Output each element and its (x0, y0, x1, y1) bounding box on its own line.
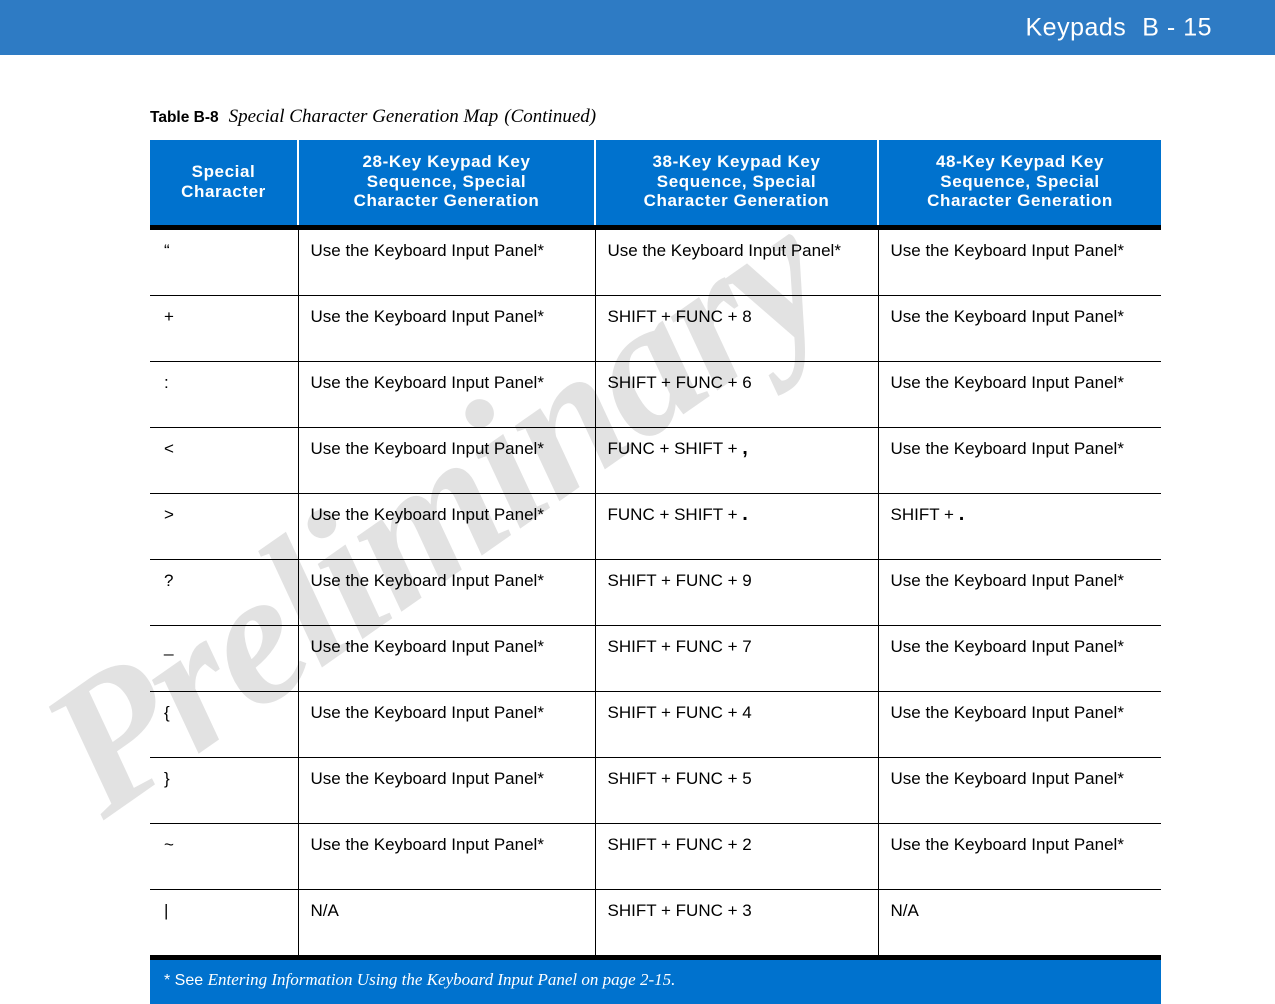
cell-28-key: Use the Keyboard Input Panel* (298, 427, 596, 495)
key-sequence-prefix: FUNC + SHIFT + (607, 439, 743, 459)
key-sequence-punctuation: , (742, 437, 748, 460)
header-line: 28-Key Keypad Key (362, 152, 531, 171)
key-sequence-prefix: FUNC + SHIFT + (607, 505, 743, 525)
header-line: Sequence, Special (366, 171, 527, 191)
cell-28-key: Use the Keyboard Input Panel* (298, 691, 596, 759)
cell-special-character: ~ (150, 823, 299, 891)
cell-48-key: SHIFT + . (878, 493, 1161, 561)
cell-28-key: Use the Keyboard Input Panel* (298, 559, 596, 627)
cell-38-key: SHIFT + FUNC + 9 (595, 559, 879, 627)
table-caption-continued: (Continued) (504, 106, 597, 127)
cell-48-key: Use the Keyboard Input Panel* (878, 361, 1161, 429)
column-header-special-character: Special Character (150, 140, 299, 228)
table-row: _ Use the Keyboard Input Panel* SHIFT + … (150, 625, 1161, 693)
table-footnote: * See Entering Information Using the Key… (150, 960, 1161, 1004)
table-container: Table B-8 Special Character Generation Ma… (150, 106, 1161, 1004)
cell-28-key: Use the Keyboard Input Panel* (298, 823, 596, 891)
table-row: | N/A SHIFT + FUNC + 3 N/A (150, 889, 1161, 961)
table-header: Special Character 28-Key Keypad Key Sequ… (150, 140, 1161, 228)
cell-38-key: SHIFT + FUNC + 4 (595, 691, 879, 759)
header-page-number: B - 15 (1142, 13, 1212, 41)
table-row: ~ Use the Keyboard Input Panel* SHIFT + … (150, 823, 1161, 891)
cell-48-key: Use the Keyboard Input Panel* (878, 559, 1161, 627)
header-line: Character Generation (927, 191, 1113, 211)
table-caption: Table B-8 Special Character Generation Ma… (150, 106, 1161, 128)
cell-38-key: SHIFT + FUNC + 7 (595, 625, 879, 693)
cell-48-key: Use the Keyboard Input Panel* (878, 823, 1161, 891)
key-sequence-punctuation: . (742, 503, 748, 526)
table-body: “ Use the Keyboard Input Panel* Use the … (150, 227, 1161, 961)
cell-special-character: > (150, 493, 299, 561)
cell-special-character: : (150, 361, 299, 429)
cell-38-key: SHIFT + FUNC + 6 (595, 361, 879, 429)
cell-special-character: { (150, 691, 299, 759)
key-sequence-prefix: SHIFT + (890, 505, 959, 525)
table-row: < Use the Keyboard Input Panel* FUNC + S… (150, 427, 1161, 495)
footnote-marker: * See (164, 972, 204, 990)
cell-48-key: N/A (878, 889, 1161, 961)
cell-special-character: “ (150, 227, 299, 297)
header-line: 38-Key Keypad Key (652, 152, 821, 171)
cell-38-key: SHIFT + FUNC + 3 (595, 889, 879, 961)
cell-special-character: } (150, 757, 299, 825)
cell-38-key: FUNC + SHIFT + . (595, 493, 879, 561)
table-row: : Use the Keyboard Input Panel* SHIFT + … (150, 361, 1161, 429)
table-row: { Use the Keyboard Input Panel* SHIFT + … (150, 691, 1161, 759)
cell-28-key: Use the Keyboard Input Panel* (298, 227, 596, 297)
page-header-title: Keypads B - 15 (1026, 13, 1213, 42)
header-line: Character (181, 181, 266, 201)
header-line: Sequence, Special (940, 171, 1100, 191)
header-section-title: Keypads (1025, 13, 1127, 41)
footnote-reference-link[interactable]: Entering Information Using the Keyboard … (208, 970, 676, 989)
table-row: + Use the Keyboard Input Panel* SHIFT + … (150, 295, 1161, 363)
key-sequence-punctuation: . (958, 503, 965, 526)
table-caption-title: Special Character Generation Map (228, 106, 499, 127)
cell-48-key: Use the Keyboard Input Panel* (878, 757, 1161, 825)
cell-38-key: SHIFT + FUNC + 5 (595, 757, 879, 825)
header-line: Sequence, Special (656, 171, 817, 191)
cell-38-key: FUNC + SHIFT + , (595, 427, 879, 495)
cell-38-key: SHIFT + FUNC + 8 (595, 295, 879, 363)
table-row: > Use the Keyboard Input Panel* FUNC + S… (150, 493, 1161, 561)
cell-special-character: | (150, 889, 299, 961)
cell-special-character: ? (150, 559, 299, 627)
column-header-38-key: 38-Key Keypad Key Sequence, Special Char… (595, 140, 879, 228)
cell-special-character: < (150, 427, 299, 495)
cell-48-key: Use the Keyboard Input Panel* (878, 691, 1161, 759)
cell-38-key: SHIFT + FUNC + 2 (595, 823, 879, 891)
cell-special-character: + (150, 295, 299, 363)
cell-28-key: Use the Keyboard Input Panel* (298, 493, 596, 561)
table-row: “ Use the Keyboard Input Panel* Use the … (150, 227, 1161, 297)
cell-38-key: Use the Keyboard Input Panel* (595, 227, 879, 297)
cell-48-key: Use the Keyboard Input Panel* (878, 227, 1161, 297)
cell-48-key: Use the Keyboard Input Panel* (878, 427, 1161, 495)
header-line: Special (191, 161, 256, 181)
cell-48-key: Use the Keyboard Input Panel* (878, 295, 1161, 363)
page-header-band: Keypads B - 15 (0, 0, 1275, 55)
header-line: Character Generation (353, 191, 540, 211)
cell-28-key: Use the Keyboard Input Panel* (298, 625, 596, 693)
table-row: ? Use the Keyboard Input Panel* SHIFT + … (150, 559, 1161, 627)
cell-28-key: Use the Keyboard Input Panel* (298, 757, 596, 825)
table-header-row: Special Character 28-Key Keypad Key Sequ… (150, 140, 1161, 228)
cell-28-key: Use the Keyboard Input Panel* (298, 295, 596, 363)
cell-special-character: _ (150, 625, 299, 693)
cell-48-key: Use the Keyboard Input Panel* (878, 625, 1161, 693)
special-character-generation-table: Special Character 28-Key Keypad Key Sequ… (150, 140, 1161, 961)
column-header-28-key: 28-Key Keypad Key Sequence, Special Char… (298, 140, 596, 228)
table-caption-label: Table B-8 (150, 109, 219, 126)
column-header-48-key: 48-Key Keypad Key Sequence, Special Char… (878, 140, 1161, 228)
cell-28-key: N/A (298, 889, 596, 961)
cell-28-key: Use the Keyboard Input Panel* (298, 361, 596, 429)
header-line: Character Generation (643, 191, 830, 211)
table-row: } Use the Keyboard Input Panel* SHIFT + … (150, 757, 1161, 825)
header-line: 48-Key Keypad Key (936, 152, 1104, 171)
